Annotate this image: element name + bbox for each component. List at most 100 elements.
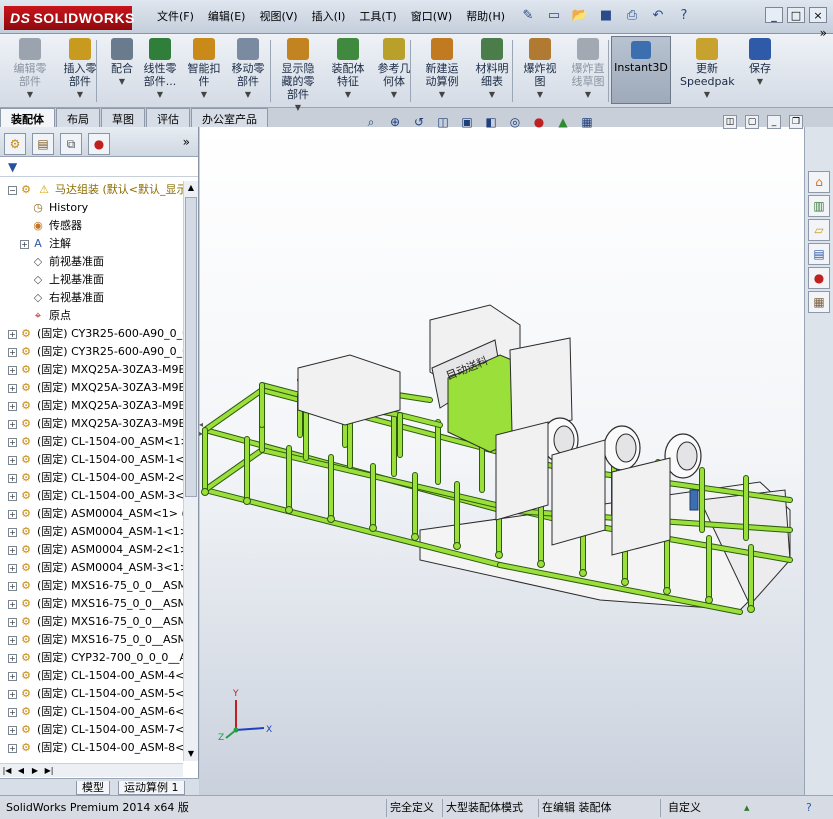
- tree-item[interactable]: ◷ History: [0, 199, 183, 217]
- command-explode-line-sketch-button[interactable]: 爆炸直 线草图 ▼: [566, 38, 610, 101]
- tree-item[interactable]: + ⚙ (固定) CY3R25-600-A90_0_0: [0, 325, 183, 343]
- tree-item[interactable]: + A 注解: [0, 235, 183, 253]
- dropdown-arrow-icon[interactable]: ▼: [420, 88, 464, 101]
- view-settings-icon[interactable]: ▦: [578, 113, 596, 131]
- command-edit-component-button[interactable]: 编辑零 部件 ▼: [8, 38, 52, 101]
- tree-item[interactable]: + ⚙ (固定) CL-1504-00_ASM-6<: [0, 703, 183, 721]
- tab-motion-study[interactable]: 运动算例 1: [118, 781, 185, 795]
- tree-item[interactable]: + ⚙ (固定) ASM0004_ASM-2<1>: [0, 541, 183, 559]
- display-style-icon[interactable]: ◧: [482, 113, 500, 131]
- dropdown-arrow-icon[interactable]: ▼: [680, 88, 734, 101]
- propertymanager-icon[interactable]: ▤: [32, 133, 54, 155]
- viewport-restore-icon[interactable]: ▢: [745, 115, 759, 129]
- expand-icon[interactable]: +: [8, 401, 17, 411]
- tree-item[interactable]: + ⚙ (固定) ASM0004_ASM-3<1>: [0, 559, 183, 577]
- command-assembly-feature-button[interactable]: 装配体 特征 ▼: [326, 38, 370, 101]
- dropdown-arrow-icon[interactable]: ▼: [326, 88, 370, 101]
- tree-item[interactable]: + ⚙ (固定) MXQ25A-30ZA3-M9BV: [0, 397, 183, 415]
- tree-item[interactable]: + ⚙ (固定) MXQ25A-30ZA3-M9BV: [0, 379, 183, 397]
- viewport-maximize-icon[interactable]: ❐: [789, 115, 803, 129]
- view-orientation-icon[interactable]: ▣: [458, 113, 476, 131]
- expand-icon[interactable]: +: [8, 653, 17, 663]
- hide-show-icon[interactable]: ◎: [506, 113, 524, 131]
- zoom-to-fit-icon[interactable]: ⌕: [362, 113, 380, 131]
- viewport-minimize-icon[interactable]: _: [767, 115, 781, 129]
- tree-item[interactable]: + ⚙ (固定) CL-1504-00_ASM-3<: [0, 487, 183, 505]
- dropdown-arrow-icon[interactable]: ▼: [182, 88, 226, 101]
- command-save-button[interactable]: 保存 ▼: [738, 38, 782, 88]
- expand-icon[interactable]: +: [8, 689, 17, 699]
- menu-view[interactable]: 视图(V): [252, 9, 304, 25]
- expand-icon[interactable]: +: [8, 509, 17, 519]
- home-icon[interactable]: ⌂: [808, 171, 830, 193]
- scroll-last-icon[interactable]: ▶|: [42, 764, 56, 777]
- command-smart-fastener-button[interactable]: 智能扣 件 ▼: [182, 38, 226, 101]
- featuremanager-icon[interactable]: ⚙: [4, 133, 26, 155]
- expand-icon[interactable]: +: [8, 365, 17, 375]
- expand-icon[interactable]: +: [8, 527, 17, 537]
- tree-item[interactable]: + ⚙ (固定) MXQ25A-30ZA3-M9BV: [0, 361, 183, 379]
- tree-root[interactable]: − ⚙ ⚠ 马达组装 (默认<默认_显示: [0, 181, 183, 199]
- command-linear-pattern-button[interactable]: 线性零 部件... ▼: [138, 38, 182, 101]
- tree-vertical-scrollbar[interactable]: ▲ ▼: [183, 181, 198, 761]
- appearances-icon[interactable]: ●: [808, 267, 830, 289]
- custom-properties-icon[interactable]: ▦: [808, 291, 830, 313]
- tree-item[interactable]: + ⚙ (固定) CYP32-700_0_0_0__A: [0, 649, 183, 667]
- view-palette-icon[interactable]: ▤: [808, 243, 830, 265]
- tab-office-products[interactable]: 办公室产品: [191, 108, 268, 127]
- expand-icon[interactable]: +: [8, 599, 17, 609]
- expand-icon[interactable]: +: [8, 635, 17, 645]
- scroll-up-icon[interactable]: ▲: [184, 181, 198, 195]
- print-icon[interactable]: ⎙: [622, 6, 642, 26]
- help-status-icon[interactable]: ?: [806, 800, 812, 816]
- expand-icon[interactable]: +: [8, 347, 17, 357]
- tree-item[interactable]: + ⚙ (固定) CL-1504-00_ASM-2<: [0, 469, 183, 487]
- scroll-down-icon[interactable]: ▼: [184, 747, 198, 761]
- zoom-area-icon[interactable]: ⊕: [386, 113, 404, 131]
- tab-assembly[interactable]: 装配体: [0, 108, 55, 127]
- file-explorer-icon[interactable]: ▱: [808, 219, 830, 241]
- tab-model[interactable]: 模型: [76, 781, 110, 795]
- tree-item[interactable]: + ⚙ (固定) CL-1504-00_ASM-8<: [0, 739, 183, 757]
- viewport-split-icon[interactable]: ◫: [723, 115, 737, 129]
- scroll-first-icon[interactable]: |◀: [0, 764, 14, 777]
- dropdown-arrow-icon[interactable]: ▼: [470, 88, 514, 101]
- new-doc-icon[interactable]: ▭: [544, 6, 564, 26]
- tree-item[interactable]: ◉ 传感器: [0, 217, 183, 235]
- undo-icon[interactable]: ↶: [648, 6, 668, 26]
- panel-splitter[interactable]: ◂ ▸: [199, 420, 205, 460]
- dropdown-arrow-icon[interactable]: ▼: [8, 88, 52, 101]
- expand-icon[interactable]: +: [8, 437, 17, 447]
- expand-icon[interactable]: +: [8, 383, 17, 393]
- expand-icon[interactable]: +: [8, 743, 17, 753]
- solidworks-logo[interactable]: DS SOLIDWORKS: [4, 6, 134, 30]
- command-exploded-view-button[interactable]: 爆炸视 图 ▼: [518, 38, 562, 101]
- tab-evaluate[interactable]: 评估: [146, 108, 190, 127]
- expand-icon[interactable]: +: [8, 581, 17, 591]
- menu-window[interactable]: 窗口(W): [404, 9, 459, 25]
- tree-item[interactable]: + ⚙ (固定) MXS16-75_0_0__ASM: [0, 577, 183, 595]
- expand-icon[interactable]: +: [8, 563, 17, 573]
- help-icon[interactable]: ?: [674, 6, 694, 26]
- tree-item[interactable]: + ⚙ (固定) MXS16-75_0_0__ASM: [0, 595, 183, 613]
- command-bom-button[interactable]: 材料明 细表 ▼: [470, 38, 514, 101]
- collapse-icon[interactable]: −: [8, 185, 17, 195]
- restore-button[interactable]: □: [787, 7, 805, 23]
- tree-item[interactable]: + ⚙ (固定) CL-1504-00_ASM<1>: [0, 433, 183, 451]
- dropdown-arrow-icon[interactable]: ▼: [738, 75, 782, 88]
- command-move-component-button[interactable]: 移动零 部件 ▼: [226, 38, 270, 101]
- tree-item[interactable]: + ⚙ (固定) ASM0004_ASM<1> (5: [0, 505, 183, 523]
- menu-edit[interactable]: 编辑(E): [201, 9, 253, 25]
- minimize-button[interactable]: _: [765, 7, 783, 23]
- panel-expand-icon[interactable]: »: [183, 135, 190, 149]
- status-units[interactable]: 自定义: [668, 800, 701, 816]
- previous-view-icon[interactable]: ↺: [410, 113, 428, 131]
- design-library-icon[interactable]: ▥: [808, 195, 830, 217]
- displaymanager-icon[interactable]: ●: [88, 133, 110, 155]
- tree-item[interactable]: + ⚙ (固定) CL-1504-00_ASM-1<1: [0, 451, 183, 469]
- open-icon[interactable]: 📂: [570, 6, 590, 26]
- expand-icon[interactable]: +: [8, 671, 17, 681]
- configurationmanager-icon[interactable]: ⧉: [60, 133, 82, 155]
- expand-icon[interactable]: +: [8, 491, 17, 501]
- command-show-hidden-button[interactable]: 显示隐 藏的零 部件 ▼: [276, 38, 320, 114]
